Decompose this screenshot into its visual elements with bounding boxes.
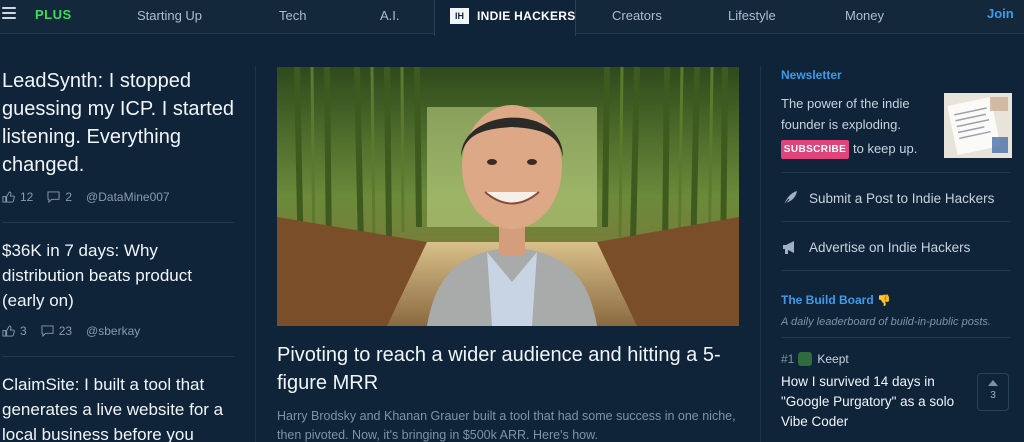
post-meta: 3 23 @sberkay (2, 324, 140, 338)
post-meta: 12 2 @DataMine007 (2, 190, 170, 204)
feature-image[interactable] (277, 67, 739, 326)
thumbs-up-icon[interactable] (2, 191, 15, 203)
rank-number: #1 (781, 352, 795, 366)
like-count: 3 (20, 324, 27, 338)
nav-tech[interactable]: Tech (279, 8, 306, 23)
post-title[interactable]: ClaimSite: I built a tool that generates… (2, 372, 242, 442)
buildboard-emoji: 👎 (877, 295, 891, 307)
newsletter-suffix: to keep up. (853, 141, 918, 156)
column-divider (760, 66, 761, 442)
post-title[interactable]: LeadSynth: I stopped guessing my ICP. I … (2, 67, 237, 179)
upvote-count: 3 (990, 390, 996, 401)
nav-starting-up[interactable]: Starting Up (137, 8, 202, 23)
comment-icon[interactable] (47, 191, 60, 203)
nav-ai[interactable]: A.I. (380, 8, 400, 23)
buildboard-subtitle: A daily leaderboard of build-in-public p… (781, 316, 991, 328)
submit-post-link[interactable]: Submit a Post to Indie Hackers (781, 186, 994, 210)
sidebar-divider (781, 221, 1011, 222)
leaderboard-rank: #1 Keept (781, 352, 849, 366)
plus-link[interactable]: PLUS (35, 7, 72, 22)
sidebar-divider (781, 270, 1011, 271)
brand-name: INDIE HACKERS (477, 9, 576, 23)
submit-post-label: Submit a Post to Indie Hackers (809, 190, 995, 206)
advertise-link[interactable]: Advertise on Indie Hackers (781, 235, 970, 259)
divider (2, 356, 234, 357)
leaderboard-post-title[interactable]: How I survived 14 days in "Google Purgat… (781, 372, 971, 432)
buildboard-heading[interactable]: The Build Board 👎 (781, 293, 891, 307)
post-author[interactable]: @DataMine007 (86, 190, 170, 204)
upvote-button[interactable]: 3 (977, 373, 1009, 411)
megaphone-icon (783, 241, 794, 254)
post-author[interactable]: @sberkay (86, 324, 140, 338)
feature-subtitle: Harry Brodsky and Khanan Grauer built a … (277, 409, 736, 442)
brand-home-link[interactable]: IH INDIE HACKERS (434, 0, 576, 36)
comment-count: 2 (65, 190, 73, 204)
column-divider (255, 66, 256, 442)
comment-count: 23 (58, 324, 73, 338)
avatar[interactable] (798, 352, 813, 366)
quill-icon (783, 191, 797, 206)
thumbs-up-icon[interactable] (2, 325, 15, 337)
buildboard-title: The Build Board (781, 293, 874, 307)
like-count: 12 (20, 190, 34, 204)
advertise-label: Advertise on Indie Hackers (809, 239, 971, 255)
menu-icon[interactable] (2, 7, 16, 21)
post-title[interactable]: $36K in 7 days: Why distribution beats p… (2, 238, 237, 313)
nav-creators[interactable]: Creators (612, 8, 662, 23)
subscribe-button[interactable]: SUBSCRIBE (781, 140, 849, 159)
sidebar-divider (781, 172, 1011, 173)
newsletter-text: The power of the indie founder is explod… (781, 96, 910, 132)
feature-title[interactable]: Pivoting to reach a wider audience and h… (277, 341, 739, 397)
comment-icon[interactable] (41, 325, 54, 337)
brand-logo: IH (450, 8, 469, 24)
nav-money[interactable]: Money (845, 8, 884, 23)
newsletter-heading[interactable]: Newsletter (781, 68, 842, 82)
join-button[interactable]: Join (987, 6, 1014, 21)
newsletter-thumbnail[interactable] (944, 93, 1012, 158)
nav-lifestyle[interactable]: Lifestyle (728, 8, 776, 23)
divider (2, 222, 234, 223)
sidebar-divider (781, 337, 1011, 338)
upvote-arrow-icon (988, 380, 998, 386)
top-navigation: PLUS Starting Up Tech A.I. IH INDIE HACK… (0, 0, 1024, 36)
product-name[interactable]: Keept (817, 352, 848, 366)
